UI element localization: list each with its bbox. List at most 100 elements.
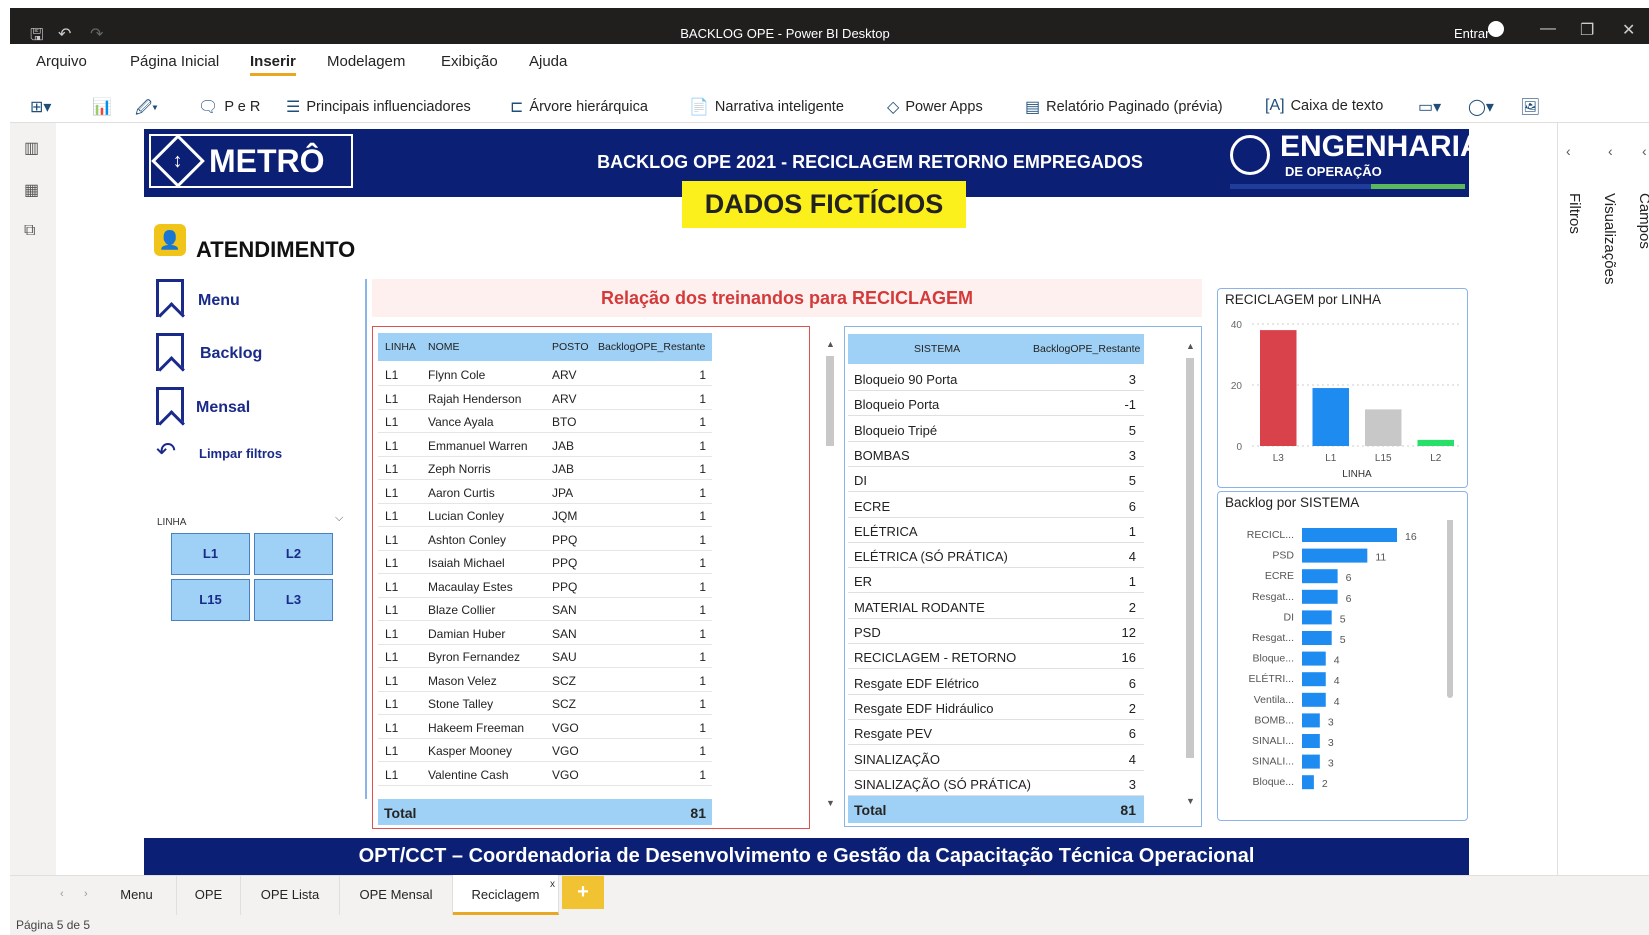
table-row[interactable]: L1 Isaiah Michael PPQ 1 [378,551,712,574]
table-row[interactable]: L1 Mason Velez SCZ 1 [378,669,712,692]
close-icon[interactable]: ✕ [1622,20,1635,40]
col-backlog[interactable]: BacklogOPE_Restante [598,341,705,353]
col-linha[interactable]: LINHA [385,341,416,353]
table1-scrollbar[interactable] [826,356,834,446]
table-row[interactable]: Resgate EDF Hidráulico 2 [848,695,1144,720]
tab-ope[interactable]: OPE [177,875,241,915]
bookmark-mensal-icon[interactable] [156,387,184,425]
image-button[interactable]: 🖼 [1520,97,1540,117]
menu-pagina-inicial[interactable]: Página Inicial [130,53,219,70]
table-row[interactable]: SINALIZAÇÃO 4 [848,746,1144,771]
slicer-option-l15[interactable]: L15 [171,579,250,621]
table-row[interactable]: BOMBAS 3 [848,442,1144,467]
table-row[interactable]: ER 1 [848,568,1144,594]
table-row[interactable]: L1 Flynn Cole ARV 1 [378,363,712,386]
table-row[interactable]: ELÉTRICA (SÓ PRÁTICA) 4 [848,543,1144,569]
scroll-down-icon[interactable]: ▼ [826,798,835,808]
decomposition-tree-button[interactable]: ⊏ Árvore hierárquica [510,97,648,117]
clear-filters-button[interactable]: Limpar filtros [199,446,282,461]
menu-inserir[interactable]: Inserir [250,53,296,76]
table-row[interactable]: L1 Zeph Norris JAB 1 [378,457,712,480]
fields-pane-tab[interactable]: Campos [1636,193,1649,249]
menu-exibicao[interactable]: Exibição [441,53,498,70]
model-view-icon[interactable]: ⧉ [24,222,35,240]
prev-page-icon[interactable]: ‹ [60,888,64,900]
table-row[interactable]: L1 Emmanuel Warren JAB 1 [378,434,712,457]
table-row[interactable]: L1 Kasper Mooney VGO 1 [378,739,712,762]
bookmark-backlog-icon[interactable] [156,333,184,371]
tab-ope-mensal[interactable]: OPE Mensal [340,875,453,915]
avatar-icon[interactable] [1488,21,1504,37]
table-row[interactable]: MATERIAL RODANTE 2 [848,594,1144,619]
slicer-option-l3[interactable]: L3 [254,579,333,621]
chevron-down-icon[interactable]: ⌵ [335,512,343,525]
table-row[interactable]: L1 Rajah Henderson ARV 1 [378,387,712,410]
col-sistema[interactable]: SISTEMA [914,343,960,355]
tab-reciclagem[interactable]: Reciclagem [453,875,559,915]
collapse-fields-icon[interactable]: ‹ [1642,143,1647,159]
filters-pane-tab[interactable]: Filtros [1566,193,1583,234]
table2-scrollbar[interactable] [1186,358,1194,758]
visualizations-pane-tab[interactable]: Visualizações [1601,193,1618,284]
table-row[interactable]: L1 Lucian Conley JQM 1 [378,504,712,527]
col-nome[interactable]: NOME [428,341,460,353]
menu-modelagem[interactable]: Modelagem [327,53,405,70]
menu-arquivo[interactable]: Arquivo [36,53,87,70]
slicer-option-l1[interactable]: L1 [171,533,250,575]
col-posto[interactable]: POSTO [552,341,589,353]
collapse-filters-icon[interactable]: ‹ [1566,143,1571,159]
scroll-down-icon[interactable]: ▼ [1186,796,1195,806]
table-row[interactable]: SINALIZAÇÃO (SÓ PRÁTICA) 3 [848,771,1144,796]
next-page-icon[interactable]: › [84,888,88,900]
table-row[interactable]: RECICLAGEM - RETORNO 16 [848,644,1144,670]
new-visual-button[interactable]: 📊 [92,97,112,117]
minimize-icon[interactable]: — [1540,20,1556,38]
tab-ope-lista[interactable]: OPE Lista [241,875,340,915]
report-view-icon[interactable]: ▥ [24,138,39,158]
table-row[interactable]: Bloqueio 90 Porta 3 [848,366,1144,391]
table-row[interactable]: L1 Vance Ayala BTO 1 [378,410,712,433]
table-row[interactable]: L1 Blaze Collier SAN 1 [378,598,712,621]
new-page-button[interactable]: ⊞▾ [30,97,51,117]
scroll-up-icon[interactable]: ▲ [1186,341,1195,351]
add-page-button[interactable]: + [562,876,604,909]
collapse-visualizations-icon[interactable]: ‹ [1608,143,1613,159]
paginated-report-button[interactable]: ▤ Relatório Paginado (prévia) [1025,97,1223,117]
slicer-option-l2[interactable]: L2 [254,533,333,575]
menu-ajuda[interactable]: Ajuda [529,53,567,70]
power-apps-button[interactable]: ◇ Power Apps [887,97,983,117]
data-view-icon[interactable]: ▦ [24,180,39,200]
influencers-button[interactable]: ☰ Principais influenciadores [286,97,471,117]
table-row[interactable]: Bloqueio Tripé 5 [848,417,1144,442]
table-row[interactable]: L1 Macaulay Estes PPQ 1 [378,575,712,598]
table-row[interactable]: L1 Hakeem Freeman VGO 1 [378,716,712,739]
table-row[interactable]: L1 Aaron Curtis JPA 1 [378,481,712,504]
qna-button[interactable]: 🗨 P e R [198,97,260,117]
table-row[interactable]: Resgate EDF Elétrico 6 [848,670,1144,695]
scroll-up-icon[interactable]: ▲ [826,339,835,349]
table-row[interactable]: L1 Damian Huber SAN 1 [378,622,712,645]
nav-menu-button[interactable]: Menu [198,292,240,310]
table-row[interactable]: L1 Stone Talley SCZ 1 [378,692,712,715]
table-row[interactable]: PSD 12 [848,619,1144,644]
clear-filters-icon[interactable]: ↶ [156,437,176,466]
table-row[interactable]: DI 5 [848,467,1144,493]
restore-icon[interactable]: ❐ [1580,20,1594,40]
table-row[interactable]: Resgate PEV 6 [848,720,1144,746]
shapes-button[interactable]: ◯▾ [1468,97,1494,117]
bookmark-menu-icon[interactable] [156,279,184,317]
signin-link[interactable]: Entrar [1454,26,1489,41]
table-row[interactable]: L1 Valentine Cash VGO 1 [378,763,712,786]
table-row[interactable]: L1 Ashton Conley PPQ 1 [378,528,712,551]
table-row[interactable]: Bloqueio Porta -1 [848,391,1144,417]
close-tab-icon[interactable]: x [550,879,555,890]
col-backlog[interactable]: BacklogOPE_Restante [1033,343,1140,355]
nav-mensal-button[interactable]: Mensal [196,399,250,417]
text-box-button[interactable]: [A] Caixa de texto [1265,97,1383,115]
smart-narrative-button[interactable]: 📄 Narrativa inteligente [689,97,844,117]
more-visuals-button[interactable]: 🖉▾ [135,97,158,124]
table-row[interactable]: ELÉTRICA 1 [848,518,1144,543]
table-row[interactable]: L1 Byron Fernandez SAU 1 [378,645,712,668]
table-row[interactable]: ECRE 6 [848,493,1144,518]
tab-menu[interactable]: Menu [97,875,177,915]
